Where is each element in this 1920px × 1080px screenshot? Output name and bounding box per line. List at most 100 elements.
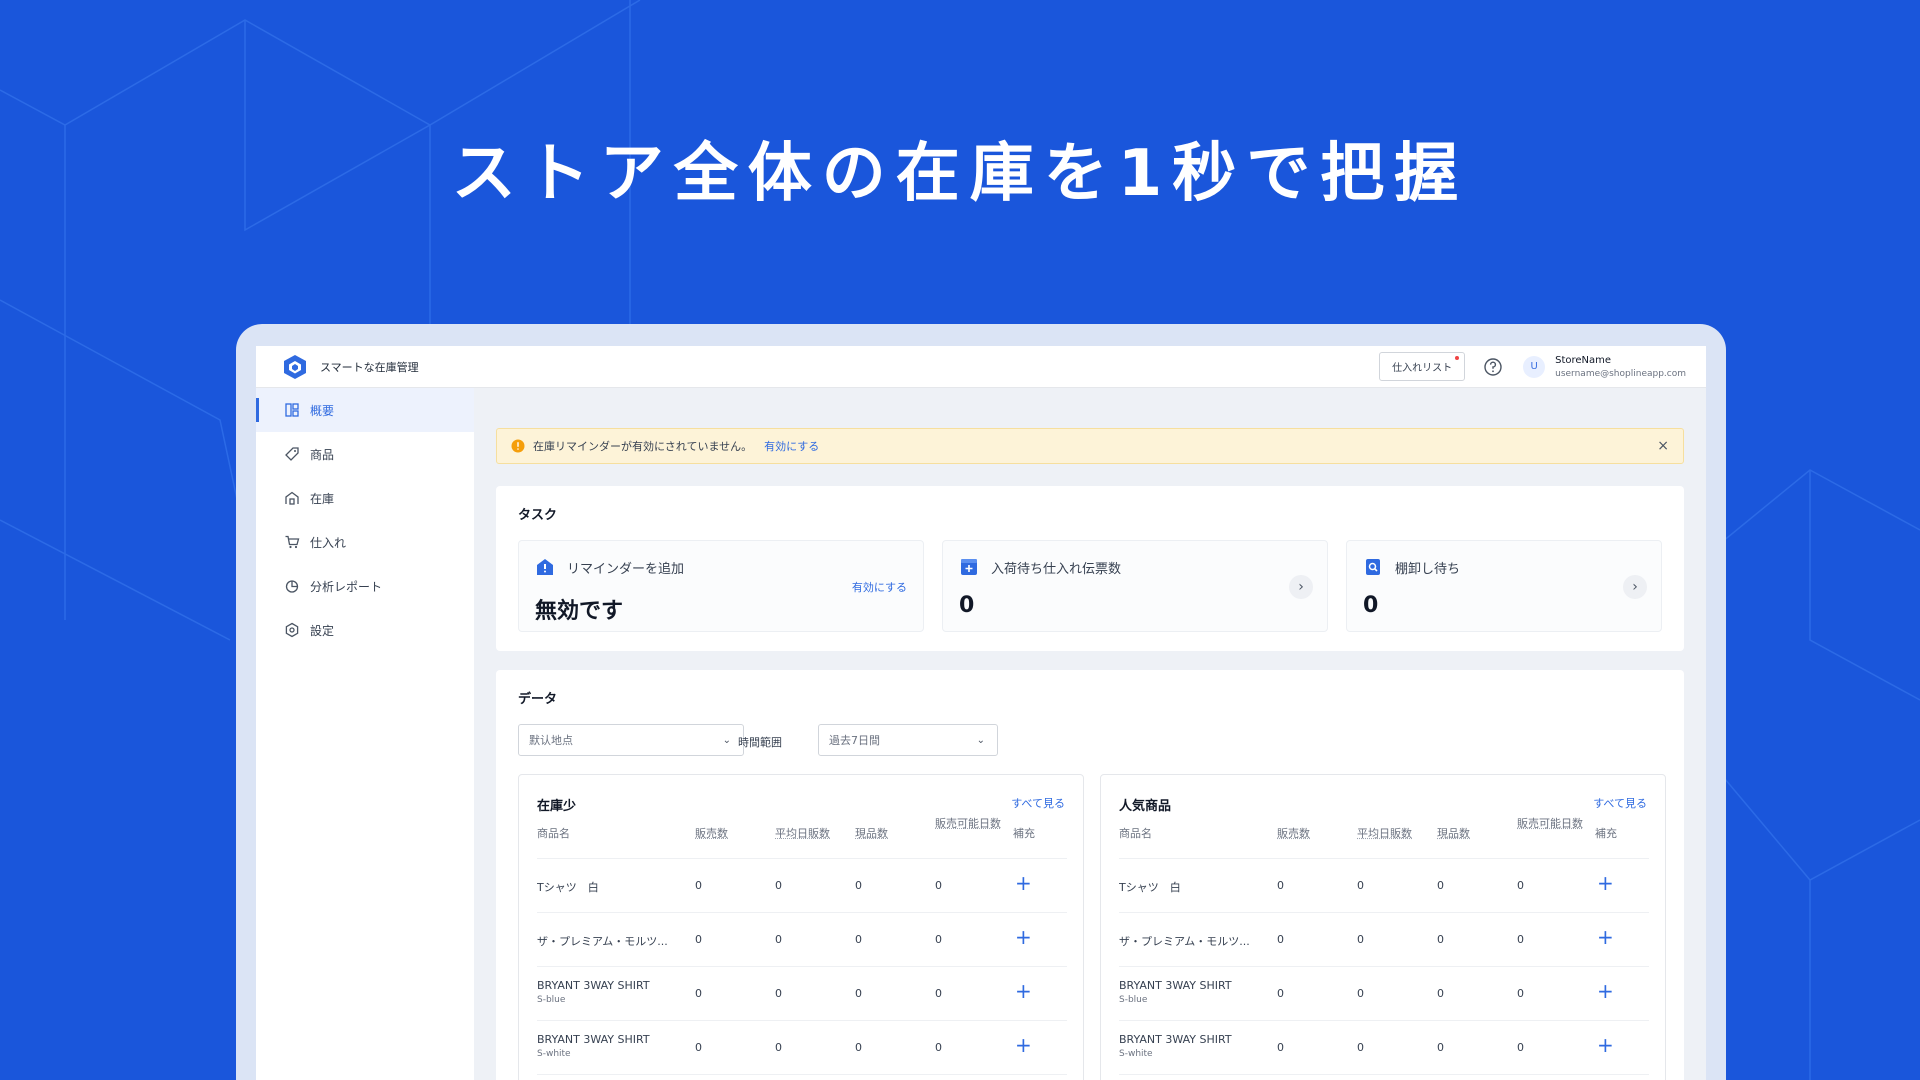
column-header: 販売数 <box>695 827 728 840</box>
time-range-label: 時間範囲 <box>738 736 782 749</box>
product-variant: S-blue <box>537 995 566 1005</box>
product-name: BRYANT 3WAY SHIRT <box>537 979 650 992</box>
enable-reminder-link[interactable]: 有効にする <box>764 438 819 454</box>
warehouse-icon <box>285 491 299 505</box>
days-left: 0 <box>1517 1041 1524 1054</box>
stock-count: 0 <box>1437 933 1444 946</box>
purchase-list-label: 仕入れリスト <box>1392 363 1453 374</box>
app-window: スマートな在庫管理 仕入れリスト U StoreName username@sh… <box>256 346 1706 1080</box>
user-info[interactable]: StoreName username@shoplineapp.com <box>1555 355 1686 379</box>
add-icon[interactable]: + <box>1597 927 1614 947</box>
task-label: リマインダーを追加 <box>567 561 685 577</box>
sidebar-item-label: 分析レポート <box>310 579 383 594</box>
table-row: BRYANT 3WAY SHIRT S-white 0 0 0 0 + <box>1119 1021 1649 1075</box>
add-icon[interactable]: + <box>1597 873 1614 893</box>
task-add-reminder[interactable]: リマインダーを追加 無効です 有効にする <box>518 540 924 632</box>
app-logo-icon <box>284 354 306 379</box>
sidebar-item-products[interactable]: 商品 <box>256 432 474 476</box>
product-name: Tシャツ 白 <box>537 881 599 894</box>
add-icon[interactable]: + <box>1015 981 1032 1001</box>
stock-count: 0 <box>855 987 862 1000</box>
table-row: ザ・プレミアム・モルツ... 0 0 0 0 + <box>537 913 1067 967</box>
sidebar-item-label: 在庫 <box>310 491 335 506</box>
product-name: ザ・プレミアム・モルツ... <box>1119 935 1250 948</box>
days-left: 0 <box>935 1041 942 1054</box>
box-icon <box>961 559 977 575</box>
stock-count: 0 <box>1437 1041 1444 1054</box>
sold-count: 0 <box>695 879 702 892</box>
see-all-link[interactable]: すべて見る <box>1011 795 1065 811</box>
add-icon[interactable]: + <box>1015 1035 1032 1055</box>
chevron-right-icon[interactable]: › <box>1289 575 1313 599</box>
user-email: username@shoplineapp.com <box>1555 368 1686 379</box>
sidebar-item-label: 商品 <box>310 447 335 462</box>
help-icon[interactable] <box>1483 357 1503 377</box>
sidebar-item-reports[interactable]: 分析レポート <box>256 564 474 608</box>
task-label: 棚卸し待ち <box>1395 561 1461 577</box>
add-icon[interactable]: + <box>1015 927 1032 947</box>
table-row: Tシャツ 白 0 0 0 0 + <box>537 859 1067 913</box>
column-header: 販売数 <box>1277 827 1310 840</box>
column-header: 商品名 <box>537 827 570 840</box>
product-name: BRYANT 3WAY SHIRT <box>537 1033 650 1046</box>
time-range-value: 過去7日間 <box>829 734 880 747</box>
sidebar-item-label: 設定 <box>310 623 335 638</box>
avg-daily: 0 <box>1357 879 1364 892</box>
sidebar-item-inventory[interactable]: 在庫 <box>256 476 474 520</box>
enable-link[interactable]: 有効にする <box>852 579 907 595</box>
product-variant: S-white <box>1119 1049 1153 1059</box>
sold-count: 0 <box>1277 933 1284 946</box>
product-name: BRYANT 3WAY SHIRT <box>1119 1033 1232 1046</box>
sidebar-item-settings[interactable]: 設定 <box>256 608 474 652</box>
purchase-list-button[interactable]: 仕入れリスト <box>1379 352 1466 381</box>
chevron-right-icon[interactable]: › <box>1623 575 1647 599</box>
days-left: 0 <box>935 987 942 1000</box>
column-header: 平均日販数 <box>1357 827 1412 840</box>
alert-text: 在庫リマインダーが有効にされていません。 <box>533 440 753 453</box>
column-header: 現品数 <box>1437 827 1470 840</box>
sidebar-item-label: 仕入れ <box>310 535 347 550</box>
stock-count: 0 <box>855 879 862 892</box>
close-icon[interactable]: × <box>1657 438 1669 454</box>
avg-daily: 0 <box>775 987 782 1000</box>
headline: ストア全体の在庫を1秒で把握 <box>451 137 1469 211</box>
sold-count: 0 <box>695 987 702 1000</box>
add-icon[interactable]: + <box>1597 1035 1614 1055</box>
sold-count: 0 <box>1277 987 1284 1000</box>
tag-icon <box>285 447 299 461</box>
stock-count: 0 <box>855 933 862 946</box>
top-bar: スマートな在庫管理 仕入れリスト U StoreName username@sh… <box>256 346 1706 388</box>
cart-icon <box>285 535 300 549</box>
stock-count: 0 <box>855 1041 862 1054</box>
sidebar: 概要 商品 在庫 仕入れ 分析レポート 設定 <box>256 388 474 1080</box>
table-title: 人気商品 <box>1119 799 1172 814</box>
sidebar-item-overview[interactable]: 概要 <box>256 388 474 432</box>
table-row: Tシャツ 白 0 0 0 0 + <box>1119 859 1649 913</box>
popular-products-table: 人気商品 すべて見る 商品名 販売数 平均日販数 現品数 販売可能日数 補充 T… <box>1100 774 1666 1080</box>
column-header: 商品名 <box>1119 827 1152 840</box>
task-value: 0 <box>1363 593 1379 618</box>
avg-daily: 0 <box>775 933 782 946</box>
location-select-value: 默认地点 <box>529 734 573 747</box>
days-left: 0 <box>1517 879 1524 892</box>
table-header: 商品名 販売数 平均日販数 現品数 販売可能日数 補充 <box>1119 817 1649 859</box>
see-all-link[interactable]: すべて見る <box>1593 795 1647 811</box>
sidebar-item-purchasing[interactable]: 仕入れ <box>256 520 474 564</box>
stock-count: 0 <box>1437 987 1444 1000</box>
sidebar-item-label: 概要 <box>310 403 335 418</box>
column-header: 現品数 <box>855 827 888 840</box>
task-stocktake[interactable]: 棚卸し待ち 0 › <box>1346 540 1662 632</box>
days-left: 0 <box>1517 987 1524 1000</box>
sold-count: 0 <box>695 933 702 946</box>
add-icon[interactable]: + <box>1015 873 1032 893</box>
time-range-select[interactable]: 過去7日間 ⌄ <box>818 724 998 756</box>
add-icon[interactable]: + <box>1597 981 1614 1001</box>
task-value: 無効です <box>535 599 624 624</box>
location-select[interactable]: 默认地点 ⌄ <box>518 724 744 756</box>
chevron-down-icon: ⌄ <box>976 734 985 746</box>
table-row: BRYANT 3WAY SHIRT S-white 0 0 0 0 + <box>537 1021 1067 1075</box>
tasks-title: タスク <box>518 508 558 523</box>
avatar[interactable]: U <box>1523 355 1546 378</box>
task-pending-orders[interactable]: 入荷待ち仕入れ伝票数 0 › <box>942 540 1328 632</box>
data-title: データ <box>518 692 558 707</box>
